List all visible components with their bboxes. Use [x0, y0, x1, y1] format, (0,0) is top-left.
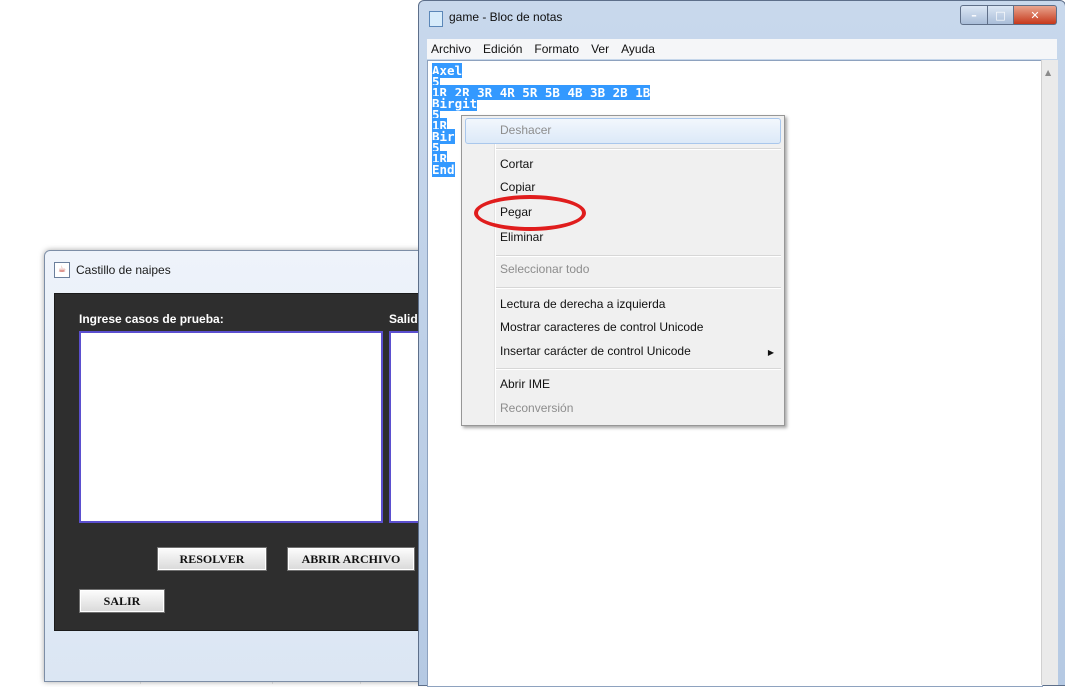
caption-buttons: – □ ✕	[960, 5, 1057, 25]
menu-item-abrir-ime[interactable]: Abrir IME	[500, 377, 550, 391]
castillo-panel: Ingrese casos de prueba: Salid RESOLVER …	[54, 293, 453, 631]
close-button[interactable]: ✕	[1014, 5, 1057, 25]
menu-separator	[496, 287, 781, 289]
resolve-button[interactable]: RESOLVER	[157, 547, 267, 571]
menu-item-insert-unicode[interactable]: Insertar carácter de control Unicode	[500, 344, 691, 358]
menu-item-cortar[interactable]: Cortar	[500, 157, 533, 171]
menu-item-eliminar[interactable]: Eliminar	[500, 230, 543, 244]
notepad-title: game - Bloc de notas	[449, 10, 563, 24]
menu-item-copiar[interactable]: Copiar	[500, 180, 535, 194]
castillo-title: Castillo de naipes	[76, 263, 171, 277]
menu-ayuda[interactable]: Ayuda	[621, 42, 655, 56]
input-textarea[interactable]	[79, 331, 383, 523]
menu-separator	[496, 368, 781, 370]
notepad-icon	[429, 11, 443, 27]
vertical-scrollbar[interactable]: ▲	[1041, 60, 1058, 685]
menu-item-rtl[interactable]: Lectura de derecha a izquierda	[500, 297, 665, 311]
menu-item-show-unicode[interactable]: Mostrar caracteres de control Unicode	[500, 320, 703, 334]
menu-archivo[interactable]: Archivo	[431, 42, 471, 56]
notepad-menubar: Archivo Edición Formato Ver Ayuda	[427, 39, 1057, 59]
java-icon: ☕	[54, 262, 70, 278]
menu-edicion[interactable]: Edición	[483, 42, 522, 56]
castillo-window: ☕ Castillo de naipes Ingrese casos de pr…	[44, 250, 453, 682]
menu-separator	[496, 255, 781, 257]
menu-item-deshacer[interactable]: Deshacer	[500, 123, 551, 137]
submenu-arrow-icon: ▶	[767, 348, 774, 357]
menu-ver[interactable]: Ver	[591, 42, 609, 56]
maximize-button[interactable]: □	[988, 5, 1014, 25]
menu-formato[interactable]: Formato	[534, 42, 579, 56]
scroll-up-arrow-icon[interactable]: ▲	[1045, 68, 1051, 77]
menu-item-seleccionar-todo[interactable]: Seleccionar todo	[500, 262, 589, 276]
maximize-icon: □	[995, 8, 1006, 22]
minimize-button[interactable]: –	[960, 5, 988, 25]
open-file-button[interactable]: ABRIR ARCHIVO	[287, 547, 415, 571]
input-label: Ingrese casos de prueba:	[79, 312, 224, 326]
castillo-titlebar: ☕ Castillo de naipes	[54, 261, 171, 279]
red-highlight-circle	[474, 195, 586, 231]
text-line: Axel	[432, 63, 463, 78]
context-menu: Deshacer Cortar Copiar Pegar Eliminar Se…	[461, 115, 785, 426]
close-icon: ✕	[1030, 8, 1040, 22]
output-label: Salid	[389, 312, 418, 326]
menu-gutter	[494, 118, 496, 423]
menu-separator	[496, 148, 781, 150]
exit-button[interactable]: SALIR	[79, 589, 165, 613]
notepad-titlebar: game - Bloc de notas – □ ✕	[419, 1, 1065, 33]
minimize-icon: –	[971, 8, 977, 22]
menu-item-reconversion[interactable]: Reconversión	[500, 401, 573, 415]
